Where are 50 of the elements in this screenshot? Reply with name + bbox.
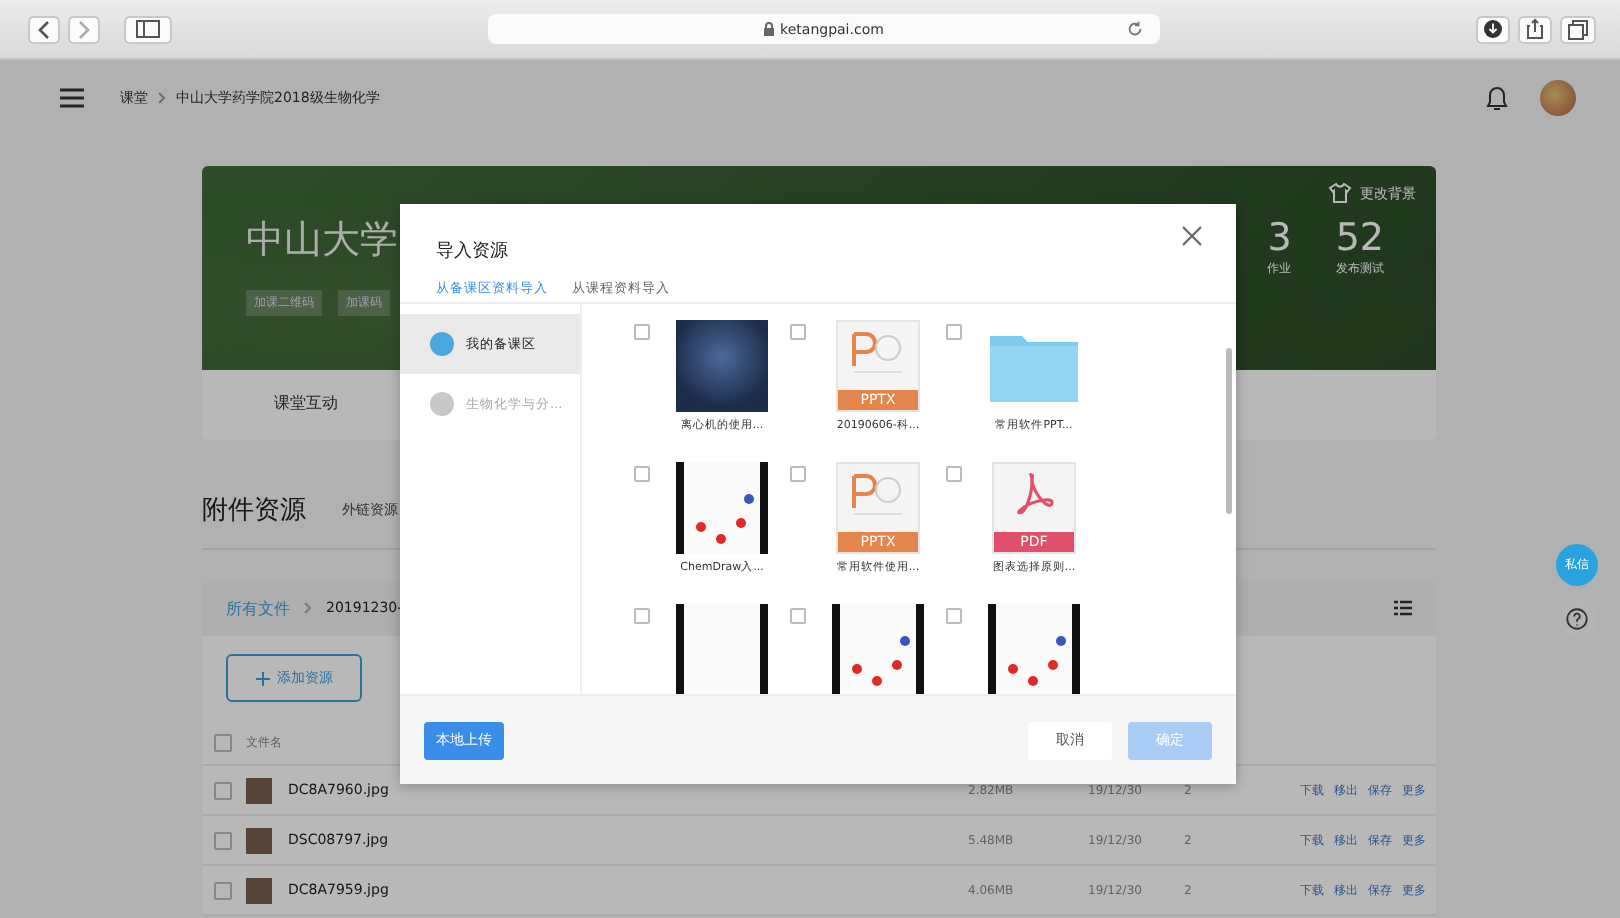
item-checkbox[interactable] [946, 324, 962, 340]
chevron-right-icon [76, 19, 92, 39]
plus-icon [255, 671, 269, 685]
section-title: 附件资源 [202, 493, 306, 527]
photo-placeholder [246, 827, 272, 853]
photo-placeholder [246, 777, 272, 803]
download-button[interactable] [1476, 15, 1510, 43]
item-checkbox[interactable] [790, 324, 806, 340]
stat-value: 3 [1267, 216, 1292, 260]
list-view-icon[interactable] [1394, 600, 1412, 616]
chevron-left-icon [36, 19, 52, 39]
item-checkbox[interactable] [634, 324, 650, 340]
menu-icon[interactable] [60, 88, 84, 108]
sidebar-toggle-button[interactable] [124, 15, 172, 43]
course-tab[interactable]: 课堂互动 [274, 384, 338, 426]
item-checkbox[interactable] [946, 608, 962, 624]
item-checkbox[interactable] [634, 466, 650, 482]
shirt-icon[interactable] [1328, 182, 1352, 204]
item-checkbox[interactable] [946, 466, 962, 482]
download-icon [1484, 20, 1502, 38]
item-checkbox[interactable] [790, 466, 806, 482]
row-checkbox[interactable] [214, 831, 232, 849]
slide-thumbnail[interactable] [988, 604, 1080, 694]
dialog-title: 导入资源 [436, 242, 508, 262]
item-checkbox[interactable] [634, 608, 650, 624]
chevron-right-icon [304, 602, 312, 614]
scrollbar[interactable] [1226, 348, 1232, 514]
share-button[interactable] [1518, 15, 1552, 43]
lock-icon [764, 22, 775, 36]
sidebar-icon [136, 20, 160, 38]
row-checkbox[interactable] [214, 781, 232, 799]
tabs-button[interactable] [1560, 15, 1596, 43]
course-title: 中山大学 [246, 216, 398, 266]
chevron-right-icon [158, 92, 166, 104]
stat-value: 52 [1335, 216, 1384, 260]
photo-placeholder [246, 877, 272, 903]
select-all-checkbox[interactable] [214, 733, 232, 751]
bell-icon[interactable] [1486, 85, 1508, 111]
reload-icon[interactable] [1126, 20, 1144, 38]
item-checkbox[interactable] [790, 608, 806, 624]
photo-placeholder[interactable] [676, 320, 768, 412]
avatar[interactable] [1540, 80, 1576, 116]
close-icon[interactable] [1182, 226, 1202, 246]
help-icon [1566, 607, 1588, 629]
back-button[interactable] [28, 15, 60, 43]
path-link[interactable]: 所有文件 [226, 597, 290, 619]
row-checkbox[interactable] [214, 881, 232, 899]
slide-thumbnail[interactable] [676, 462, 768, 554]
slide-thumbnail[interactable] [676, 604, 768, 694]
slide-thumbnail[interactable] [832, 604, 924, 694]
